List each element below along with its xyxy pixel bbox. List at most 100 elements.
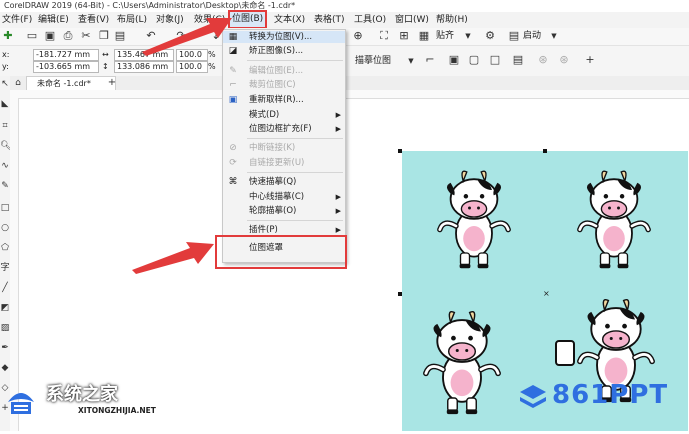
menu-separator [247, 138, 343, 139]
menu-item-mode[interactable]: 模式(D) ▶ [223, 109, 345, 121]
rulers-icon[interactable]: ⊞ [398, 30, 410, 42]
rectangle-tool-icon[interactable]: □ [0, 202, 10, 214]
highlight-box [215, 235, 347, 269]
grid-icon[interactable]: ▦ [418, 30, 430, 42]
horizontal-ruler[interactable] [10, 90, 689, 99]
paste-icon[interactable]: ▤ [114, 30, 126, 42]
menu-help[interactable]: 帮助(H) [434, 12, 470, 28]
break-link-icon: ⊘ [229, 143, 237, 153]
selection-handle-tl[interactable] [398, 149, 402, 153]
watermark-left-brand: 系统之家 [46, 384, 118, 405]
quick-trace-icon: ⌘ [228, 177, 238, 187]
menu-item-centerline-trace[interactable]: 中心线描摹(C) ▶ [223, 191, 345, 203]
eyedropper-tool-icon[interactable]: ✒ [0, 342, 10, 354]
title-bar: CorelDRAW 2019 (64-Bit) - C:\Users\Admin… [0, 0, 689, 12]
menu-item-update-link[interactable]: ⟳ 自链接更新(U) [223, 157, 345, 169]
menu-text[interactable]: 文本(X) [272, 12, 307, 28]
shadow-tool-icon[interactable]: ◩ [0, 302, 10, 314]
menu-item-straighten-image[interactable]: ◪ 矫正图像(S)... [223, 45, 345, 57]
menu-tools[interactable]: 工具(O) [352, 12, 388, 28]
document-tab-bar: ⌂ 未命名 -1.cdr* + [10, 76, 689, 90]
update-link-icon: ⟳ [229, 158, 237, 168]
bitmap-menu-dropdown: ▦ 转换为位图(V)... ◪ 矫正图像(S)... ✎ 编辑位图(E)... … [222, 29, 346, 263]
menu-window[interactable]: 窗口(W) [393, 12, 431, 28]
freehand-tool-icon[interactable]: ∿ [0, 160, 10, 172]
menu-item-crop-bitmap[interactable]: ⌐ 裁剪位图(C) [223, 79, 345, 91]
home-icon[interactable]: ⌂ [12, 77, 24, 89]
861ppt-logo-icon [520, 385, 546, 408]
polygon-tool-icon[interactable]: ⬠ [0, 242, 10, 254]
height-icon: ↕ [102, 62, 109, 71]
print-icon[interactable]: ⎙ [62, 30, 74, 42]
y-position-field[interactable]: -103.665 mm [33, 61, 99, 73]
submenu-arrow-icon: ▶ [335, 193, 341, 201]
zoom-tool-icon[interactable]: 🔍︎ [0, 140, 11, 152]
menu-view[interactable]: 查看(V) [76, 12, 111, 28]
watermark-861ppt: 861PPT [518, 380, 684, 416]
menu-item-edit-bitmap[interactable]: ✎ 编辑位图(E)... [223, 65, 345, 77]
menu-separator [247, 172, 343, 173]
launch-chevron-icon[interactable]: ▼ [548, 30, 560, 42]
menu-bar: 文件(F) 编辑(E) 查看(V) 布局(L) 对象(J) 效果(C) 位图(B… [0, 10, 689, 29]
edit-bitmap-icon[interactable]: □ [489, 54, 501, 66]
watermark-left-url: XITONGZHIJIA.NET [78, 406, 156, 415]
text-tool-icon[interactable]: 字 [0, 262, 10, 274]
menu-table[interactable]: 表格(T) [312, 12, 347, 28]
save-icon[interactable]: ▣ [44, 30, 56, 42]
selection-handle-tm[interactable] [543, 149, 547, 153]
menu-edit[interactable]: 编辑(E) [36, 12, 71, 28]
fullscreen-icon[interactable]: ⛶ [378, 30, 390, 42]
scale-y-field[interactable]: 100.0 [176, 61, 208, 73]
menu-file[interactable]: 文件(F) [0, 12, 34, 28]
menu-item-break-link[interactable]: ⊘ 中断链接(K) [223, 142, 345, 154]
unlink-icon[interactable]: ⊛ [558, 54, 570, 66]
link-icon[interactable]: ⊛ [537, 54, 549, 66]
trace-bitmap-button[interactable]: 描摹位图 [355, 55, 391, 67]
x-position-icon: x: [2, 50, 10, 59]
menu-item-bitmap-border[interactable]: 位图边框扩充(F) ▶ [223, 123, 345, 135]
submenu-arrow-icon: ▶ [335, 207, 341, 215]
chevron-down-icon[interactable]: ▼ [462, 30, 474, 42]
edit-bitmap-icon: ✎ [229, 66, 237, 76]
annotation-arrow-top [142, 18, 232, 56]
transparency-tool-icon[interactable]: ▨ [0, 322, 10, 334]
shape-tool-icon[interactable]: ◣ [0, 98, 10, 110]
menu-item-resample[interactable]: ▣ 重新取样(R)... [223, 94, 345, 106]
menu-item-quick-trace[interactable]: ⌘ 快速描摹(Q) [223, 176, 345, 188]
watermark-xitongzhijia: 系统之家 XITONGZHIJIA.NET [4, 380, 159, 422]
resample-icon[interactable]: ▣ [448, 54, 460, 66]
pen-tool-icon[interactable]: ✎ [0, 180, 10, 192]
menu-item-outline-trace[interactable]: 轮廓描摹(O) ▶ [223, 205, 345, 217]
menu-item-convert-to-bitmap[interactable]: ▦ 转换为位图(V)... [223, 31, 345, 43]
crop-tool-icon[interactable]: ⌗ [0, 120, 10, 132]
add-tab-icon[interactable]: + [106, 77, 118, 89]
plus-icon[interactable]: + [584, 54, 596, 66]
copy-icon[interactable]: ❐ [98, 30, 110, 42]
annotation-arrow-bottom [132, 242, 214, 274]
fill-tool-icon[interactable]: ◆ [0, 362, 10, 374]
selection-center-mark: × [543, 289, 550, 298]
bitmap-mode-icon[interactable]: ▤ [512, 54, 524, 66]
x-position-field[interactable]: -181.727 mm [33, 49, 99, 61]
height-field[interactable]: 133.086 mm [114, 61, 174, 73]
pick-tool-icon[interactable]: ↖ [0, 78, 10, 90]
watermark-right-brand: 861PPT [552, 380, 669, 410]
gear-icon[interactable]: ⚙ [484, 30, 496, 42]
cut-icon[interactable]: ✂ [80, 30, 92, 42]
bitmap-border-icon[interactable]: ▢ [468, 54, 480, 66]
snap-to-dropdown[interactable]: 贴齐 [436, 30, 454, 42]
selection-handle-ml[interactable] [398, 292, 402, 296]
launch-dropdown[interactable]: 启动 [523, 30, 541, 42]
new-document-icon[interactable]: ✚ [2, 30, 14, 42]
line-tool-icon[interactable]: ╱ [0, 282, 10, 294]
crop-bitmap-icon: ⌐ [229, 80, 237, 90]
trace-chevron-icon[interactable]: ▼ [405, 55, 417, 67]
zoom-icon[interactable]: ⊕ [352, 30, 364, 42]
submenu-arrow-icon: ▶ [335, 125, 341, 133]
document-tab[interactable]: 未命名 -1.cdr* [26, 76, 116, 90]
scale-y-unit: % [208, 62, 216, 71]
crop-bitmap-icon[interactable]: ⌐ [424, 54, 436, 66]
document-tab-label: 未命名 -1.cdr* [37, 79, 91, 88]
open-icon[interactable]: ▭ [26, 30, 38, 42]
ellipse-tool-icon[interactable]: ○ [0, 222, 10, 234]
